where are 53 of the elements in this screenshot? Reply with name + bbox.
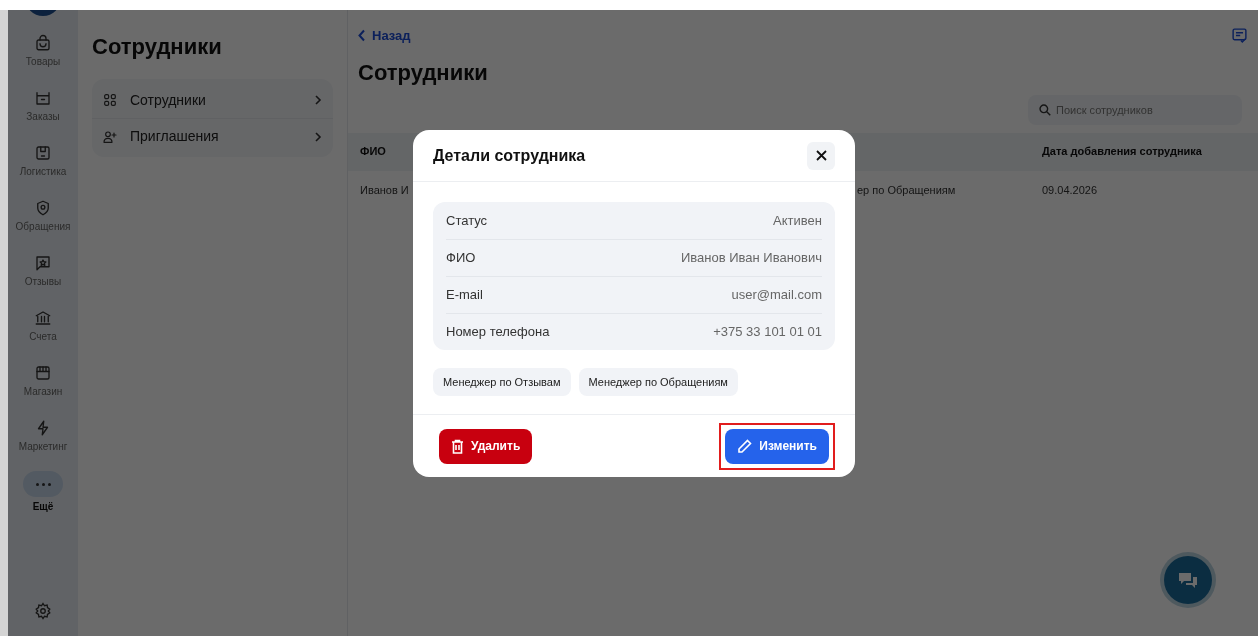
bag-icon xyxy=(34,34,52,52)
field-value: +375 33 101 01 01 xyxy=(713,323,822,342)
nav-item[interactable]: Заказы xyxy=(10,82,76,135)
nav-item[interactable]: Магазин xyxy=(10,357,76,410)
close-icon xyxy=(815,150,827,161)
chevron-right-icon xyxy=(313,130,323,143)
dialog-title: Детали сотрудника xyxy=(433,145,586,166)
field-label: Номер телефона xyxy=(446,323,550,342)
table-cell-text: Иванов И xyxy=(360,183,409,199)
field-label: E-mail xyxy=(446,286,483,305)
package-icon xyxy=(34,144,52,162)
table-cell-text: ер по Обращениям xyxy=(857,183,956,199)
role-tag: Менеджер по Обращениям xyxy=(578,368,738,396)
tray-icon xyxy=(34,89,52,107)
shield-icon xyxy=(34,199,52,217)
trash-icon xyxy=(451,438,464,454)
nav-item[interactable]: Счета xyxy=(10,302,76,355)
field-label: Статус xyxy=(446,211,488,230)
checklist-icon[interactable] xyxy=(1231,27,1248,45)
close-button[interactable] xyxy=(807,141,835,170)
nav-item[interactable]: Логистика xyxy=(10,137,76,190)
menu-item[interactable]: Приглашения xyxy=(92,118,333,154)
nav-item[interactable]: Обращения xyxy=(10,192,76,245)
field-value: Иванов Иван Иванович xyxy=(680,249,822,268)
column-header: Дата добавления сотрудника xyxy=(1042,144,1202,160)
column-header: ФИО xyxy=(360,144,386,160)
page-title: Сотрудники xyxy=(357,58,489,87)
review-icon xyxy=(34,254,52,272)
grid-icon xyxy=(102,92,118,108)
nav-item[interactable]: Маркетинг xyxy=(10,412,76,465)
chat-button[interactable] xyxy=(1164,556,1212,604)
settings-icon[interactable] xyxy=(34,602,52,620)
panel-title: Сотрудники xyxy=(92,33,223,61)
pencil-icon xyxy=(737,438,753,454)
back-link[interactable]: Назад xyxy=(358,26,411,46)
field-value: Активен xyxy=(773,211,822,230)
nav-item[interactable]: Ещё xyxy=(10,467,76,520)
chevron-left-icon xyxy=(358,29,366,43)
store-icon xyxy=(34,364,52,382)
bank-icon xyxy=(34,309,52,327)
person-add-icon xyxy=(102,128,118,145)
more-icon xyxy=(23,471,63,497)
chat-icon xyxy=(1178,571,1198,589)
nav-item[interactable]: Отзывы xyxy=(10,247,76,300)
field-label: ФИО xyxy=(446,249,476,268)
chevron-right-icon xyxy=(313,94,323,106)
delete-button[interactable]: Удалить xyxy=(439,428,533,464)
search-icon xyxy=(1038,102,1052,117)
menu-item[interactable]: Сотрудники xyxy=(92,82,333,118)
role-tag: Менеджер по Отзывам xyxy=(433,368,571,396)
table-cell-text: 09.04.2026 xyxy=(1042,183,1098,199)
field-value: user@mail.com xyxy=(731,286,822,305)
edit-button[interactable]: Изменить xyxy=(725,428,829,464)
